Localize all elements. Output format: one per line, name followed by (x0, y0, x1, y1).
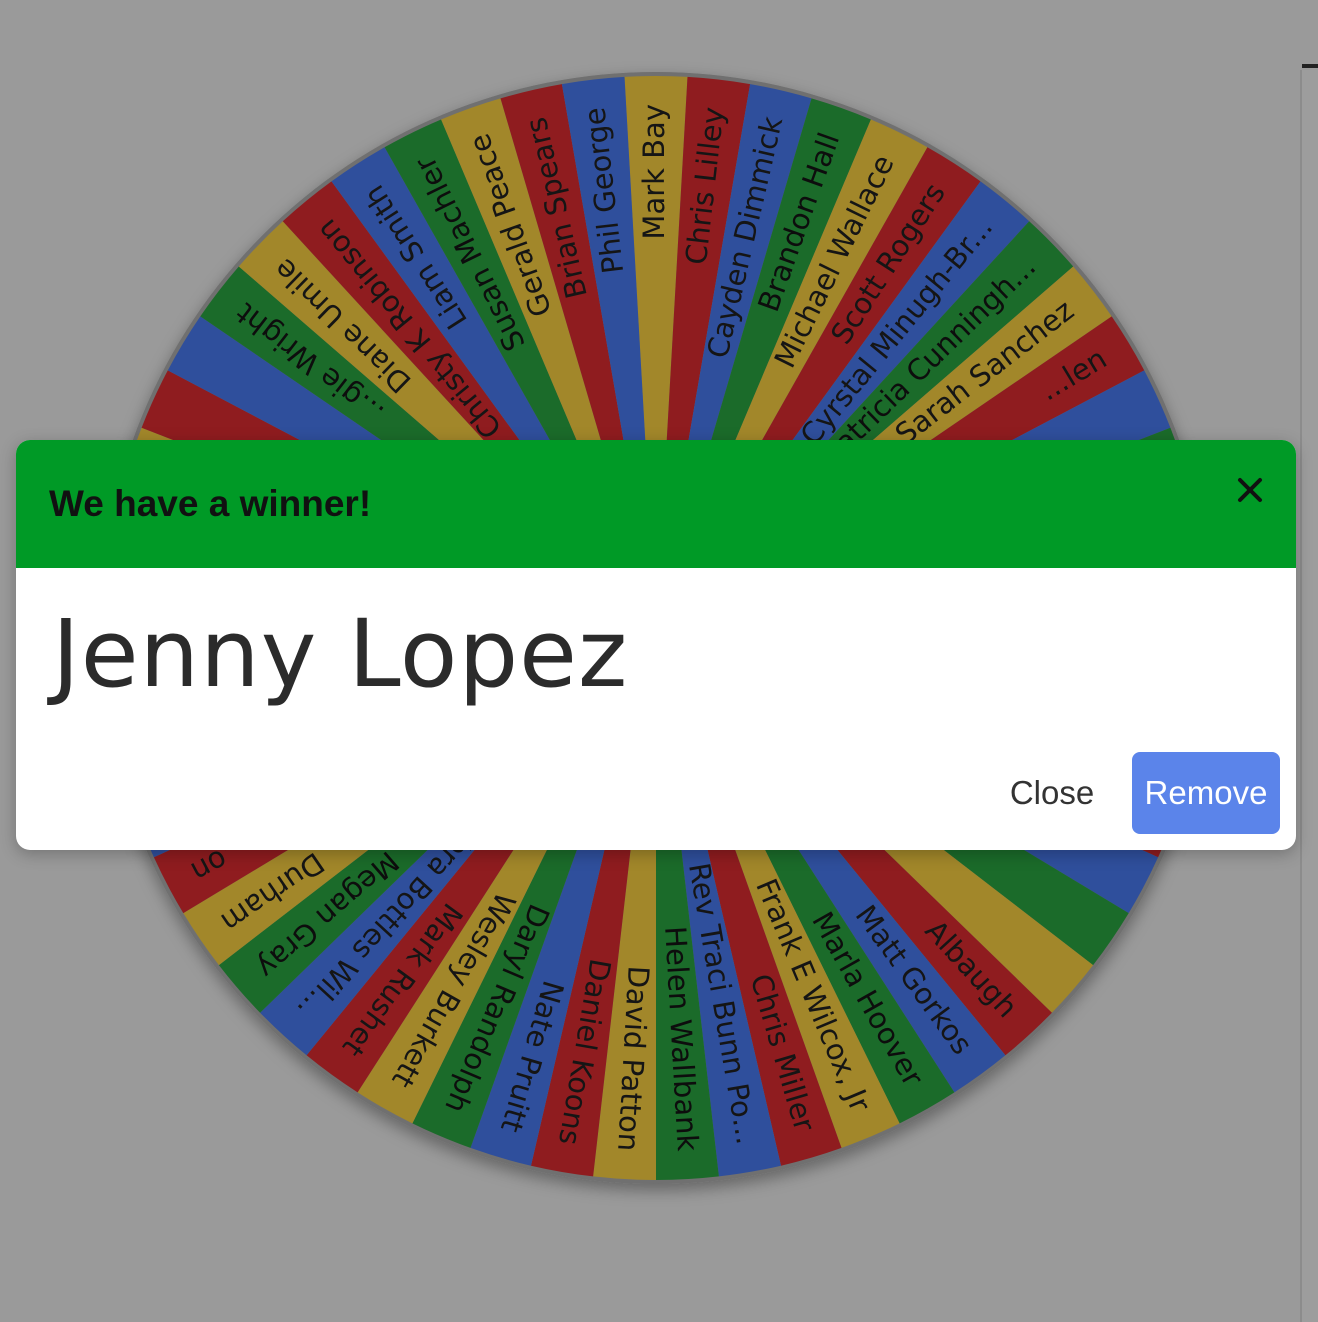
dialog-header: We have a winner! (16, 440, 1296, 568)
winner-dialog: We have a winner! Jenny Lopez Close Remo… (16, 440, 1296, 850)
wheel-segment-label: Mark Bay (637, 104, 671, 240)
close-icon[interactable] (1230, 470, 1270, 510)
close-button[interactable]: Close (996, 758, 1108, 828)
remove-button[interactable]: Remove (1132, 752, 1280, 834)
dialog-title: We have a winner! (49, 483, 372, 524)
winner-name: Jenny Lopez (52, 600, 629, 709)
scrollbar-top (1302, 64, 1318, 68)
side-panel-edge (1300, 70, 1318, 1322)
